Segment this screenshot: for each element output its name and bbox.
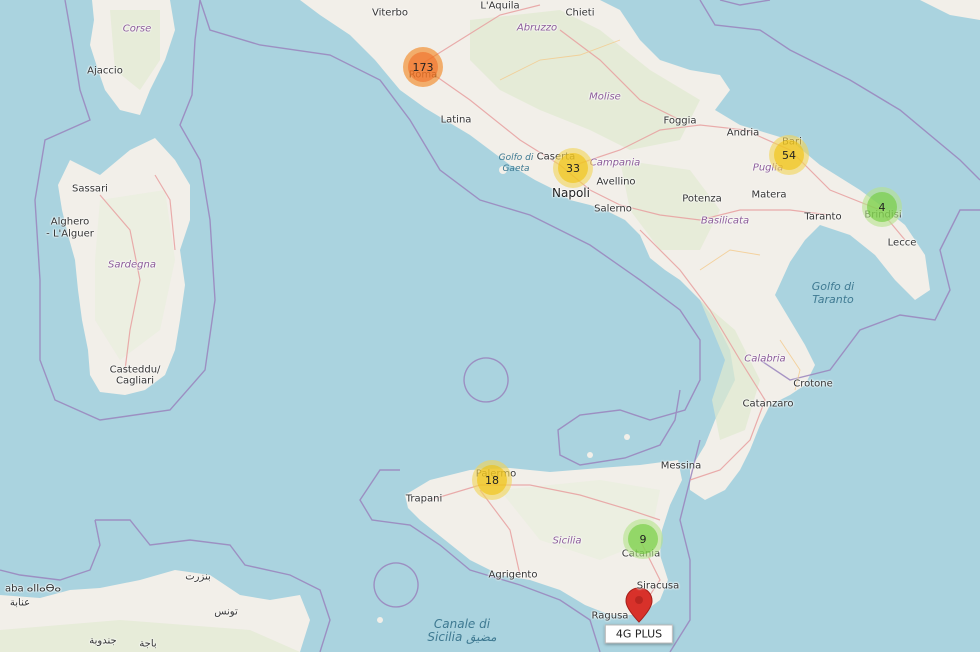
map-marker[interactable] [626,575,652,609]
cluster-count: 4 [867,192,897,222]
cluster-count: 33 [558,153,588,183]
cluster-bari[interactable]: 54 [769,135,809,175]
cluster-count: 18 [477,465,507,495]
map-canvas[interactable]: Viterbo L'Aquila Chieti Ajaccio Latina F… [0,0,980,652]
cluster-count: 54 [774,140,804,170]
marker-tooltip: 4G PLUS [604,624,674,644]
map-tiles [0,0,980,652]
cluster-roma[interactable]: 173 [403,47,443,87]
cluster-catania[interactable]: 9 [623,519,663,559]
cluster-count: 9 [628,524,658,554]
cluster-palermo[interactable]: 18 [472,460,512,500]
cluster-count: 173 [408,52,438,82]
cluster-caserta[interactable]: 33 [553,148,593,188]
cluster-brindisi[interactable]: 4 [862,187,902,227]
